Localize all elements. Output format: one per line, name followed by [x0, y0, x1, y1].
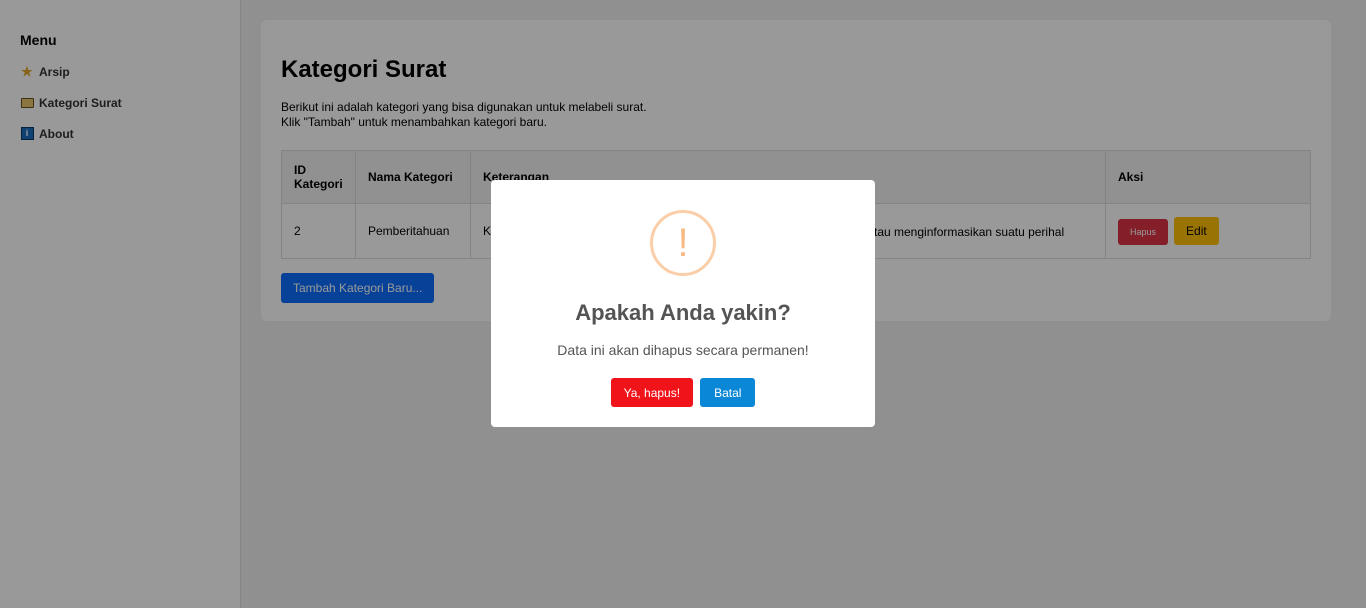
warning-icon: ! [650, 210, 716, 276]
dialog-title: Apakah Anda yakin? [575, 300, 791, 325]
dialog-text: Data ini akan dihapus secara permanen! [557, 342, 809, 358]
confirm-delete-button[interactable]: Ya, hapus! [610, 378, 694, 407]
cancel-button[interactable]: Batal [700, 378, 756, 407]
confirm-dialog: ! Apakah Anda yakin? Data ini akan dihap… [491, 180, 875, 427]
